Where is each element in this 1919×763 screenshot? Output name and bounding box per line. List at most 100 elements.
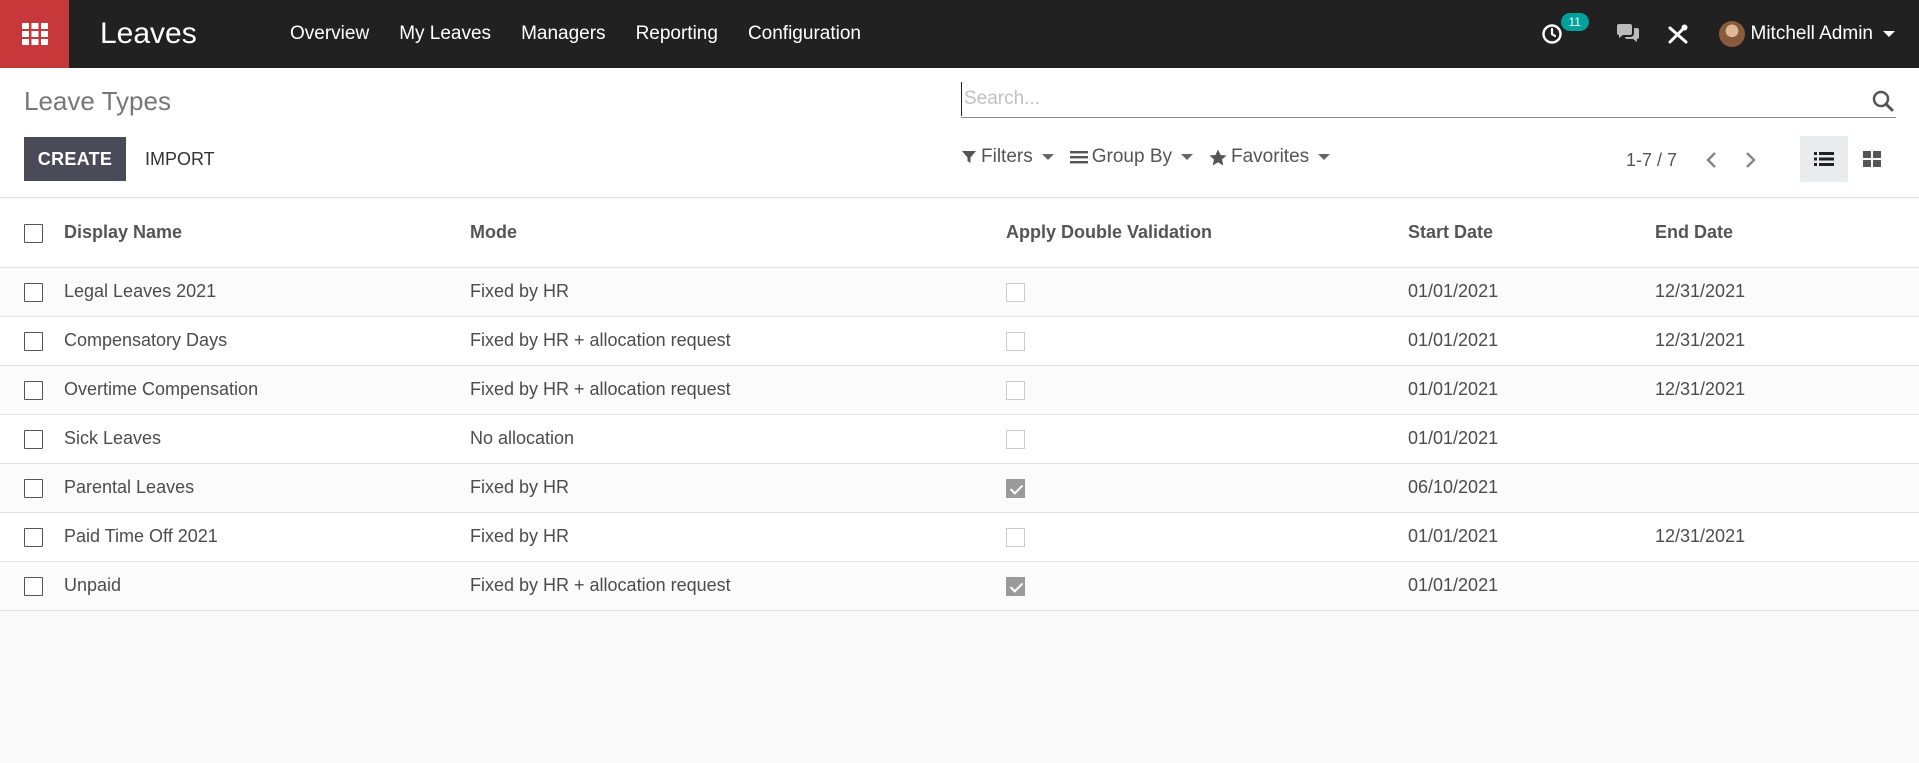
row-select-cell <box>0 512 64 562</box>
import-button[interactable]: IMPORT <box>133 137 227 181</box>
menu-item-overview[interactable]: Overview <box>290 23 369 45</box>
row-checkbox[interactable] <box>24 478 43 498</box>
mode-cell: Fixed by HR <box>470 512 1006 562</box>
debug-tools-button[interactable] <box>1667 23 1689 45</box>
end-date-cell <box>1655 414 1919 464</box>
double-validation-checkbox <box>1006 429 1025 449</box>
avatar <box>1718 21 1745 47</box>
kanban-icon <box>1863 151 1881 167</box>
column-header-mode[interactable]: Mode <box>470 199 1006 268</box>
list-view-button[interactable] <box>1800 136 1848 182</box>
table-row[interactable]: Legal Leaves 2021 Fixed by HR 01/01/2021… <box>0 267 1919 317</box>
start-date-cell: 01/01/2021 <box>1408 316 1655 366</box>
create-button[interactable]: CREATE <box>24 137 126 181</box>
start-date-cell: 01/01/2021 <box>1408 414 1655 464</box>
page-title: Leave Types <box>24 86 171 116</box>
favorites-dropdown[interactable]: Favorites <box>1209 146 1331 168</box>
filters-dropdown[interactable]: Filters <box>961 146 1054 168</box>
row-select-cell <box>0 561 64 611</box>
mode-cell: Fixed by HR <box>470 267 1006 317</box>
user-name: Mitchell Admin <box>1750 23 1874 44</box>
row-checkbox[interactable] <box>24 380 43 400</box>
tools-icon <box>1668 24 1687 44</box>
bars-icon <box>1069 151 1088 164</box>
select-all-cell <box>0 199 64 268</box>
search-icon[interactable] <box>1872 90 1894 117</box>
row-select-cell <box>0 316 64 366</box>
mode-cell: Fixed by HR + allocation request <box>470 561 1006 611</box>
row-checkbox[interactable] <box>24 331 43 351</box>
star-icon <box>1209 149 1227 165</box>
kanban-view-button[interactable] <box>1848 136 1896 182</box>
display-name-cell: Overtime Compensation <box>64 365 470 415</box>
row-select-cell <box>0 414 64 464</box>
start-date-cell: 06/10/2021 <box>1408 463 1655 513</box>
table-row[interactable]: Parental Leaves Fixed by HR 06/10/2021 <box>0 463 1919 513</box>
start-date-cell: 01/01/2021 <box>1408 561 1655 611</box>
double-validation-cell <box>1006 316 1408 366</box>
row-checkbox[interactable] <box>24 527 43 547</box>
search-options: Filters Group By Favorites <box>961 146 1346 168</box>
menu-item-my-leaves[interactable]: My Leaves <box>399 23 491 45</box>
table-row[interactable]: Unpaid Fixed by HR + allocation request … <box>0 561 1919 611</box>
pager-next-button[interactable] <box>1731 146 1771 174</box>
messaging-button[interactable] <box>1615 23 1641 45</box>
start-date-cell: 01/01/2021 <box>1408 267 1655 317</box>
display-name-cell: Legal Leaves 2021 <box>64 267 470 317</box>
table-row[interactable]: Compensatory Days Fixed by HR + allocati… <box>0 316 1919 366</box>
column-header-start-date[interactable]: Start Date <box>1408 199 1655 268</box>
chevron-down-icon <box>1041 154 1054 160</box>
column-header-double-validation[interactable]: Apply Double Validation <box>1006 199 1408 268</box>
row-select-cell <box>0 365 64 415</box>
double-validation-cell <box>1006 365 1408 415</box>
double-validation-checkbox <box>1006 380 1025 400</box>
table-row[interactable]: Overtime Compensation Fixed by HR + allo… <box>0 365 1919 415</box>
table-row[interactable]: Sick Leaves No allocation 01/01/2021 <box>0 414 1919 464</box>
column-header-end-date[interactable]: End Date <box>1655 199 1919 268</box>
pager-value[interactable]: 1-7 / 7 <box>1626 150 1677 171</box>
user-menu[interactable]: Mitchell Admin <box>1718 21 1895 47</box>
double-validation-checkbox <box>1006 576 1025 596</box>
search-bar <box>961 82 1896 118</box>
group-by-label: Group By <box>1091 146 1172 167</box>
row-checkbox[interactable] <box>24 576 43 596</box>
chevron-down-icon <box>1883 31 1895 37</box>
top-navbar: Leaves Overview My Leaves Managers Repor… <box>0 0 1919 68</box>
pager: 1-7 / 7 <box>1626 146 1771 174</box>
pager-previous-button[interactable] <box>1691 146 1731 174</box>
menu-item-configuration[interactable]: Configuration <box>748 23 861 45</box>
apps-grid-icon <box>21 23 48 45</box>
double-validation-checkbox <box>1006 282 1025 302</box>
end-date-cell: 12/31/2021 <box>1655 512 1919 562</box>
search-input[interactable] <box>961 82 1841 116</box>
double-validation-cell <box>1006 463 1408 513</box>
group-by-dropdown[interactable]: Group By <box>1069 146 1193 168</box>
display-name-cell: Unpaid <box>64 561 470 611</box>
app-title[interactable]: Leaves <box>100 0 197 68</box>
table-row[interactable]: Paid Time Off 2021 Fixed by HR 01/01/202… <box>0 512 1919 562</box>
column-header-display-name[interactable]: Display Name <box>64 199 470 268</box>
chevron-right-icon <box>1746 152 1756 168</box>
apps-menu-button[interactable] <box>0 0 69 68</box>
start-date-cell: 01/01/2021 <box>1408 365 1655 415</box>
menu-item-managers[interactable]: Managers <box>521 23 606 45</box>
end-date-cell <box>1655 463 1919 513</box>
row-checkbox[interactable] <box>24 282 43 302</box>
display-name-cell: Parental Leaves <box>64 463 470 513</box>
control-panel: Leave Types CREATE IMPORT Filters Group <box>0 68 1919 198</box>
chevron-down-icon <box>1181 154 1193 160</box>
leave-types-table: Display Name Mode Apply Double Validatio… <box>0 199 1919 611</box>
activity-button[interactable]: 11 <box>1541 13 1589 45</box>
display-name-cell: Compensatory Days <box>64 316 470 366</box>
list-icon <box>1814 152 1834 166</box>
select-all-checkbox[interactable] <box>24 224 43 243</box>
chevron-left-icon <box>1706 152 1716 168</box>
filter-icon <box>962 151 976 163</box>
mode-cell: Fixed by HR + allocation request <box>470 365 1006 415</box>
activity-count-badge: 11 <box>1560 13 1589 31</box>
row-checkbox[interactable] <box>24 429 43 449</box>
double-validation-checkbox <box>1006 478 1025 498</box>
menu-item-reporting[interactable]: Reporting <box>636 23 718 45</box>
display-name-cell: Paid Time Off 2021 <box>64 512 470 562</box>
double-validation-cell <box>1006 512 1408 562</box>
